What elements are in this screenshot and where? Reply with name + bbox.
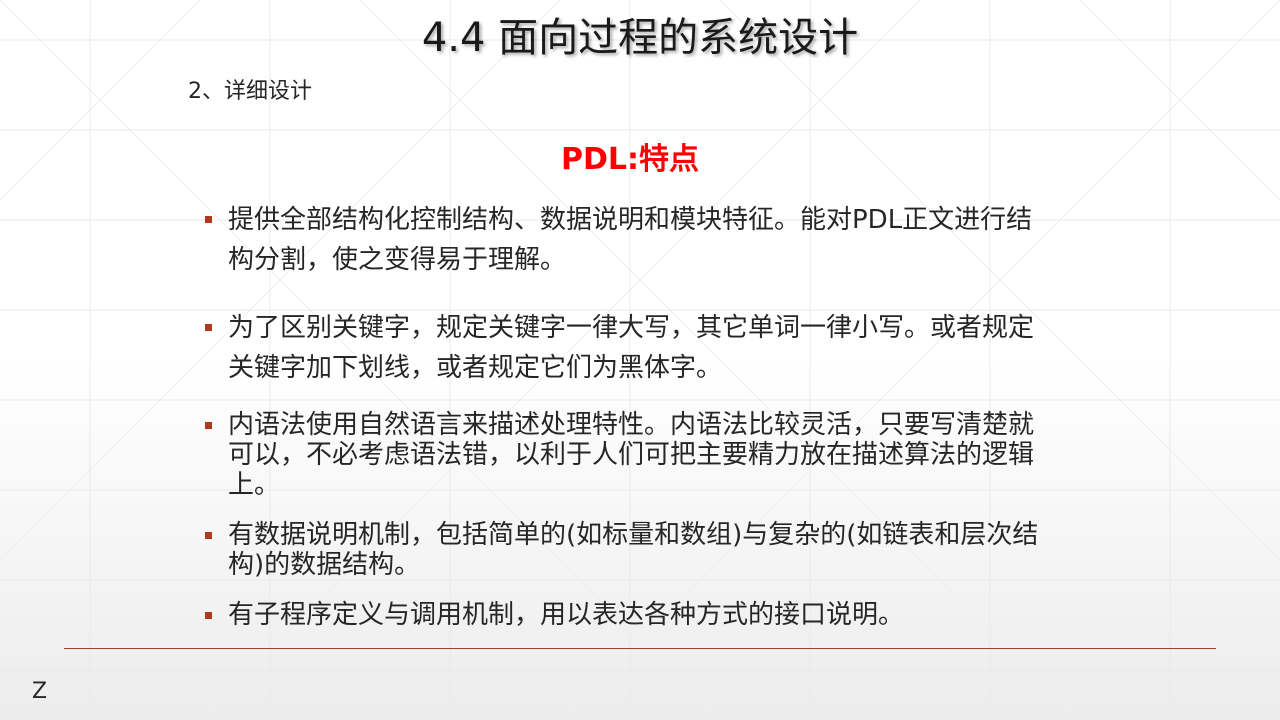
square-bullet-icon (205, 422, 212, 429)
bullet-text: 内语法使用自然语言来描述处理特性。内语法比较灵活，只要写清楚就可以，不必考虑语法… (228, 410, 1035, 500)
footer-divider (64, 648, 1216, 649)
footer-mark: Z (32, 679, 48, 704)
square-bullet-icon (205, 532, 212, 539)
bullet-text: 有子程序定义与调用机制，用以表达各种方式的接口说明。 (228, 600, 905, 630)
bullet-text: 提供全部结构化控制结构、数据说明和模块特征。能对PDL正文进行结构分割，使之变得… (228, 205, 1033, 275)
bullet-text: 为了区别关键字，规定关键字一律大写，其它单词一律小写。或者规定关键字加下划线，或… (228, 313, 1035, 383)
square-bullet-icon (205, 324, 212, 331)
bullet-text: 有数据说明机制，包括简单的(如标量和数组)与复杂的(如链表和层次结构)的数据结构… (228, 520, 1039, 580)
slide: 4.4 面向过程的系统设计 2、详细设计 PDL:特点 提供全部结构化控制结构、… (0, 0, 1280, 720)
square-bullet-icon (205, 612, 212, 619)
section-heading: PDL:特点 (560, 142, 699, 177)
slide-title: 4.4 面向过程的系统设计 (421, 15, 859, 61)
square-bullet-icon (205, 216, 212, 223)
section-subtitle: 2、详细设计 (188, 79, 312, 104)
